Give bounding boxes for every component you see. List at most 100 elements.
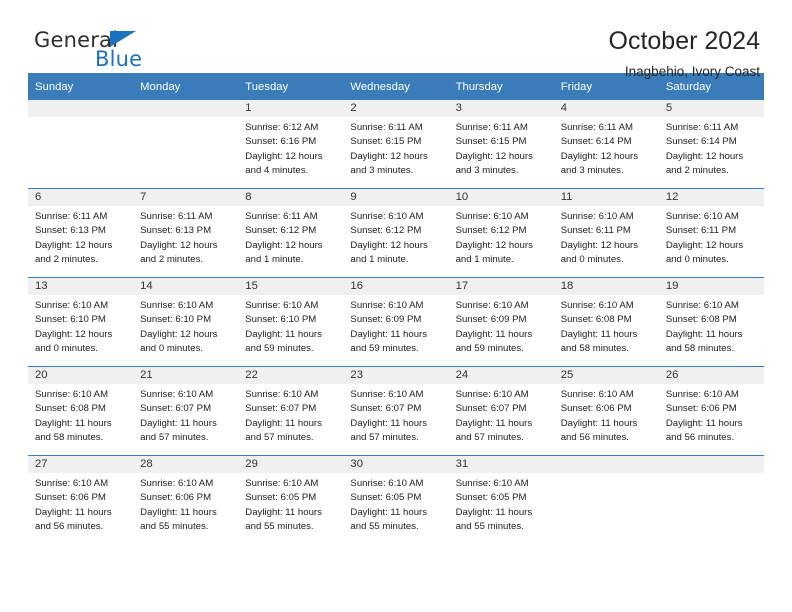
day-details: Sunrise: 6:12 AM Sunset: 6:16 PM Daylight:…	[238, 117, 343, 178]
calendar-day-cell[interactable]: 28 Sunrise: 6:10 AM Sunset: 6:06 PM Dayligh…	[133, 456, 239, 544]
calendar-day-cell[interactable]: 9 Sunrise: 6:10 AM Sunset: 6:12 PM Daylight…	[343, 189, 449, 277]
day-detail-line: Sunrise: 6:10 AM	[140, 389, 214, 400]
day-number: 29	[238, 456, 344, 473]
day-number: 22	[238, 367, 344, 384]
calendar-day-cell[interactable]: 10 Sunrise: 6:10 AM Sunset: 6:12 PM Dayligh…	[448, 189, 554, 277]
day-detail-line: and 1 minute.	[350, 253, 409, 265]
day-detail-line: Sunrise: 6:10 AM	[350, 211, 424, 222]
day-number: 14	[133, 278, 239, 295]
day-detail-line: and 57 minutes.	[245, 431, 314, 443]
day-number	[133, 100, 239, 117]
day-detail-line: Daylight: 11 hours	[140, 417, 217, 429]
calendar-day-cell[interactable]: 18 Sunrise: 6:10 AM Sunset: 6:08 PM Dayligh…	[553, 278, 659, 366]
day-detail-line: Sunrise: 6:11 AM	[560, 122, 634, 133]
day-number: 12	[658, 189, 764, 206]
day-detail-line: Daylight: 11 hours	[560, 417, 638, 429]
day-detail-line: Sunset: 6:06 PM	[665, 403, 737, 415]
day-number: 19	[658, 278, 764, 295]
calendar-day-cell[interactable]: 25 Sunrise: 6:10 AM Sunset: 6:06 PM Dayligh…	[553, 367, 659, 455]
day-detail-line: Daylight: 11 hours	[665, 328, 743, 340]
calendar-day-cell[interactable]: 31 Sunrise: 6:10 AM Sunset: 6:05 PM Dayligh…	[448, 456, 554, 544]
calendar-day-cell[interactable]: 4 Sunrise: 6:11 AM Sunset: 6:14 PM Daylight…	[553, 100, 659, 188]
day-details: Sunrise: 6:10 AM Sunset: 6:06 PM Daylight:…	[28, 473, 133, 534]
day-detail-line: Sunset: 6:08 PM	[560, 314, 632, 326]
day-detail-line: Sunset: 6:07 PM	[455, 403, 527, 415]
calendar-day-cell[interactable]: 8 Sunrise: 6:11 AM Sunset: 6:12 PM Daylight…	[238, 189, 344, 277]
calendar-page: General Blue October 2024 Inagbehio, Ivo…	[0, 0, 792, 612]
day-detail-line: Sunset: 6:14 PM	[665, 136, 737, 148]
day-detail-line: and 57 minutes.	[455, 431, 524, 443]
calendar-day-cell[interactable]: 20 Sunrise: 6:10 AM Sunset: 6:08 PM Dayligh…	[28, 367, 134, 455]
calendar-day-cell[interactable]: 2 Sunrise: 6:11 AM Sunset: 6:15 PM Daylight…	[343, 100, 449, 188]
day-detail-line: Sunset: 6:05 PM	[455, 492, 527, 504]
day-detail-line: Daylight: 12 hours	[455, 239, 533, 251]
calendar-week-row: 27 Sunrise: 6:10 AM Sunset: 6:06 PM Dayligh…	[28, 455, 764, 544]
calendar-day-cell[interactable]: 1 Sunrise: 6:12 AM Sunset: 6:16 PM Daylight…	[238, 100, 344, 188]
day-detail-line: and 2 minutes.	[140, 253, 204, 265]
day-detail-line: Daylight: 11 hours	[245, 506, 322, 518]
day-number: 20	[28, 367, 134, 384]
day-detail-line: and 58 minutes.	[665, 342, 735, 354]
day-detail-line: Sunset: 6:07 PM	[245, 403, 317, 415]
weekday-header-wednesday: Wednesday	[343, 73, 449, 100]
day-detail-line: Daylight: 11 hours	[35, 506, 112, 518]
day-detail-line: Sunset: 6:06 PM	[35, 492, 106, 504]
day-detail-line: Sunrise: 6:10 AM	[350, 389, 424, 400]
day-detail-line: Sunrise: 6:10 AM	[455, 211, 529, 222]
day-details: Sunrise: 6:10 AM Sunset: 6:05 PM Daylight:…	[343, 473, 448, 534]
calendar-day-cell[interactable]: 24 Sunrise: 6:10 AM Sunset: 6:07 PM Dayligh…	[448, 367, 554, 455]
day-detail-line: Sunrise: 6:10 AM	[665, 389, 739, 400]
day-number: 13	[28, 278, 134, 295]
day-detail-line: Daylight: 11 hours	[350, 417, 428, 429]
calendar-day-cell[interactable]: 14 Sunrise: 6:10 AM Sunset: 6:10 PM Dayligh…	[133, 278, 239, 366]
calendar-day-cell[interactable]: 30 Sunrise: 6:10 AM Sunset: 6:05 PM Dayligh…	[343, 456, 449, 544]
day-number: 7	[133, 189, 239, 206]
day-detail-line: Sunset: 6:09 PM	[455, 314, 527, 326]
calendar-day-cell[interactable]: 27 Sunrise: 6:10 AM Sunset: 6:06 PM Dayligh…	[28, 456, 134, 544]
day-detail-line: Sunset: 6:10 PM	[245, 314, 317, 326]
calendar-day-cell[interactable]: 21 Sunrise: 6:10 AM Sunset: 6:07 PM Dayligh…	[133, 367, 239, 455]
calendar-day-cell[interactable]: 16 Sunrise: 6:10 AM Sunset: 6:09 PM Dayligh…	[343, 278, 449, 366]
calendar-day-cell[interactable]: 26 Sunrise: 6:10 AM Sunset: 6:06 PM Dayligh…	[658, 367, 764, 455]
weekday-header-sunday: Sunday	[28, 73, 134, 100]
calendar-day-cell[interactable]: 29 Sunrise: 6:10 AM Sunset: 6:05 PM Dayligh…	[238, 456, 344, 544]
day-detail-line: Sunrise: 6:10 AM	[560, 211, 634, 222]
day-detail-line: Sunset: 6:12 PM	[455, 225, 527, 237]
day-number: 10	[448, 189, 554, 206]
day-detail-line: Daylight: 11 hours	[455, 417, 533, 429]
day-detail-line: Daylight: 11 hours	[350, 506, 428, 518]
page-subtitle: Inagbehio, Ivory Coast	[624, 64, 760, 79]
day-detail-line: Sunset: 6:07 PM	[140, 403, 212, 415]
calendar-day-cell[interactable]: 13 Sunrise: 6:10 AM Sunset: 6:10 PM Dayligh…	[28, 278, 134, 366]
day-details: Sunrise: 6:10 AM Sunset: 6:06 PM Daylight:…	[554, 384, 659, 445]
day-detail-line: Daylight: 12 hours	[350, 150, 428, 162]
calendar-day-cell[interactable]: 6 Sunrise: 6:11 AM Sunset: 6:13 PM Daylight…	[28, 189, 134, 277]
day-details: Sunrise: 6:10 AM Sunset: 6:07 PM Daylight:…	[133, 384, 238, 445]
calendar-day-cell[interactable]: 19 Sunrise: 6:10 AM Sunset: 6:08 PM Dayligh…	[658, 278, 764, 366]
calendar-cell-empty	[28, 100, 134, 188]
day-details: Sunrise: 6:10 AM Sunset: 6:07 PM Daylight:…	[238, 384, 343, 445]
day-detail-line: Daylight: 11 hours	[455, 506, 533, 518]
calendar-day-cell[interactable]: 17 Sunrise: 6:10 AM Sunset: 6:09 PM Dayligh…	[448, 278, 554, 366]
day-detail-line: Daylight: 11 hours	[140, 506, 217, 518]
calendar-day-cell[interactable]: 12 Sunrise: 6:10 AM Sunset: 6:11 PM Dayligh…	[658, 189, 764, 277]
calendar-week-row: 20 Sunrise: 6:10 AM Sunset: 6:08 PM Dayligh…	[28, 366, 764, 456]
calendar-day-cell[interactable]: 7 Sunrise: 6:11 AM Sunset: 6:13 PM Daylight…	[133, 189, 239, 277]
calendar-day-cell[interactable]: 3 Sunrise: 6:11 AM Sunset: 6:15 PM Daylight…	[448, 100, 554, 188]
day-detail-line: and 4 minutes.	[245, 164, 309, 176]
day-detail-line: Sunset: 6:08 PM	[665, 314, 737, 326]
calendar-day-cell[interactable]: 15 Sunrise: 6:10 AM Sunset: 6:10 PM Dayligh…	[238, 278, 344, 366]
calendar-day-cell[interactable]: 22 Sunrise: 6:10 AM Sunset: 6:07 PM Dayligh…	[238, 367, 344, 455]
calendar-day-cell[interactable]: 23 Sunrise: 6:10 AM Sunset: 6:07 PM Dayligh…	[343, 367, 449, 455]
day-detail-line: Sunset: 6:16 PM	[245, 136, 317, 148]
calendar-day-cell[interactable]: 5 Sunrise: 6:11 AM Sunset: 6:14 PM Daylight…	[658, 100, 764, 188]
day-detail-line: Daylight: 11 hours	[245, 417, 322, 429]
day-detail-line: Sunset: 6:05 PM	[350, 492, 422, 504]
day-detail-line: and 56 minutes.	[665, 431, 735, 443]
day-detail-line: Sunrise: 6:10 AM	[455, 478, 529, 489]
day-number	[658, 456, 764, 473]
day-detail-line: and 3 minutes.	[455, 164, 519, 176]
calendar-day-cell[interactable]: 11 Sunrise: 6:10 AM Sunset: 6:11 PM Dayligh…	[553, 189, 659, 277]
day-number: 5	[658, 100, 764, 117]
day-detail-line: Sunset: 6:08 PM	[35, 403, 106, 415]
